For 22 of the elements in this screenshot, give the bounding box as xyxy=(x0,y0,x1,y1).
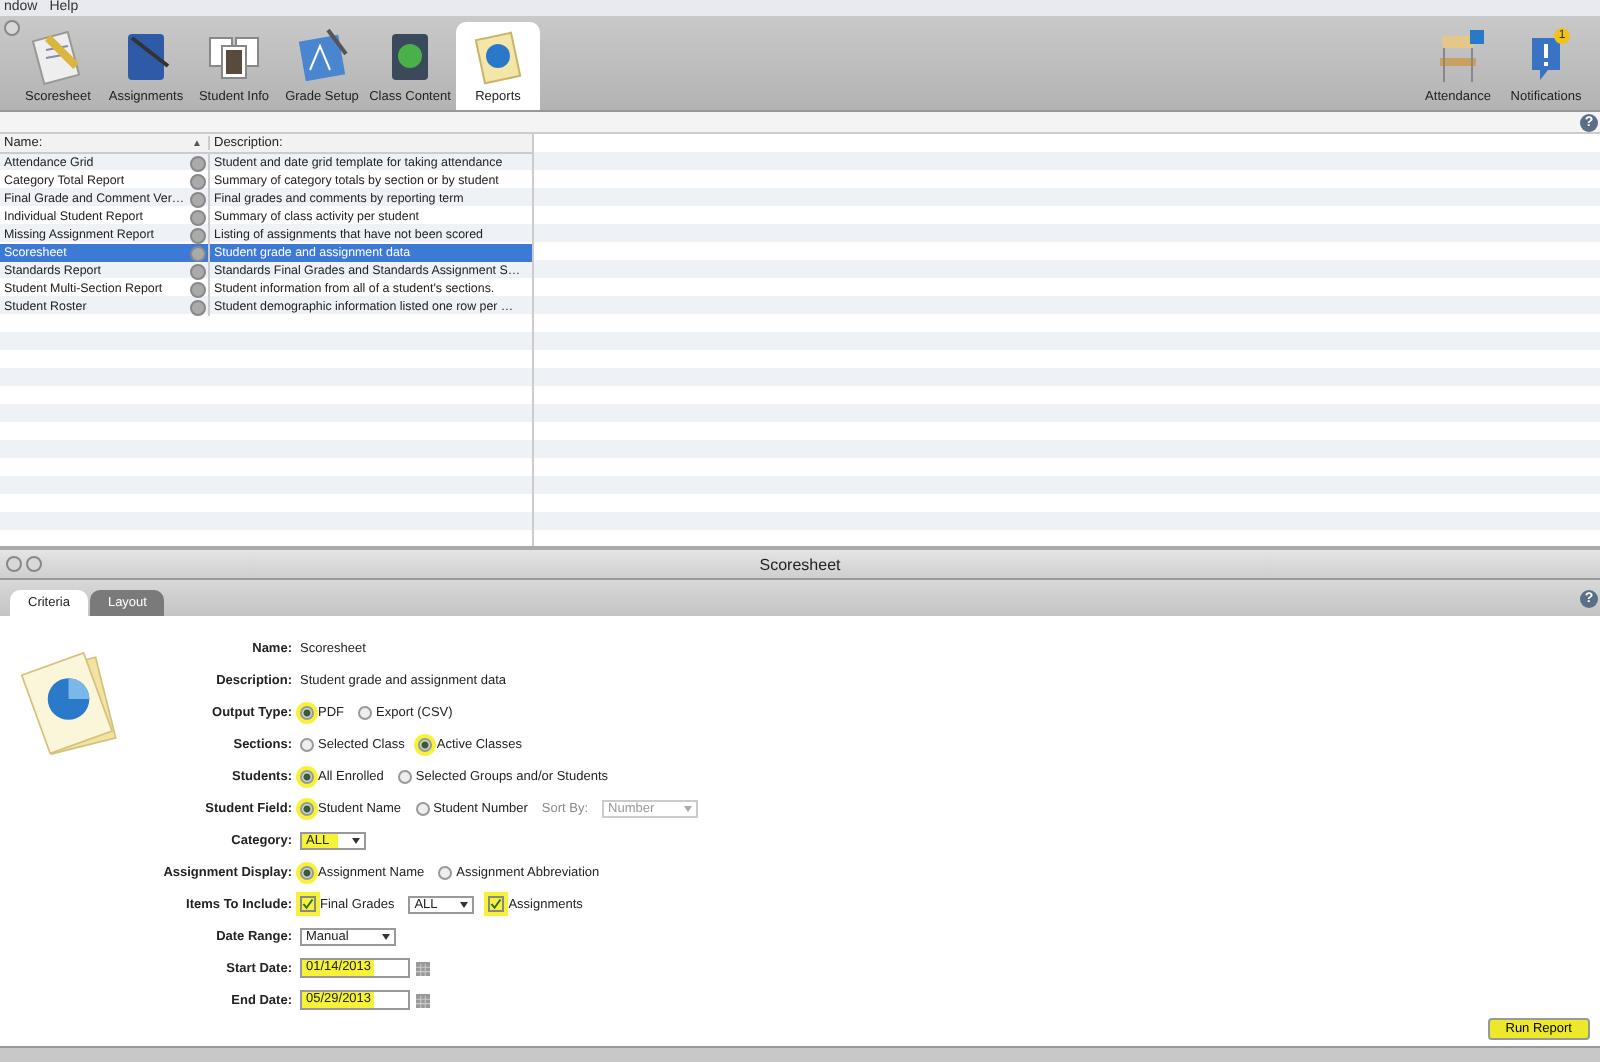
radio-button[interactable] xyxy=(415,801,430,815)
radio-button[interactable] xyxy=(397,769,412,783)
panel-title: Scoresheet xyxy=(759,555,841,573)
radio-button[interactable] xyxy=(300,705,314,719)
close-button[interactable] xyxy=(6,556,22,572)
radio-button[interactable] xyxy=(358,705,372,719)
checkbox[interactable] xyxy=(488,896,505,912)
radio-button[interactable] xyxy=(300,865,314,879)
caret-icon xyxy=(684,805,693,811)
caret-icon xyxy=(352,837,360,843)
window-button[interactable] xyxy=(4,20,20,36)
radio-button[interactable] xyxy=(300,737,314,751)
checkbox[interactable] xyxy=(300,896,316,912)
calendar-icon[interactable] xyxy=(416,961,430,975)
radio-button[interactable] xyxy=(438,865,453,879)
radio-button[interactable] xyxy=(300,801,314,815)
caret-icon xyxy=(382,933,390,939)
calendar-icon[interactable] xyxy=(416,993,430,1007)
minimize-button[interactable] xyxy=(26,556,42,572)
radio-button[interactable] xyxy=(418,737,433,751)
radio-button[interactable] xyxy=(300,769,314,783)
caret-icon xyxy=(460,901,469,907)
